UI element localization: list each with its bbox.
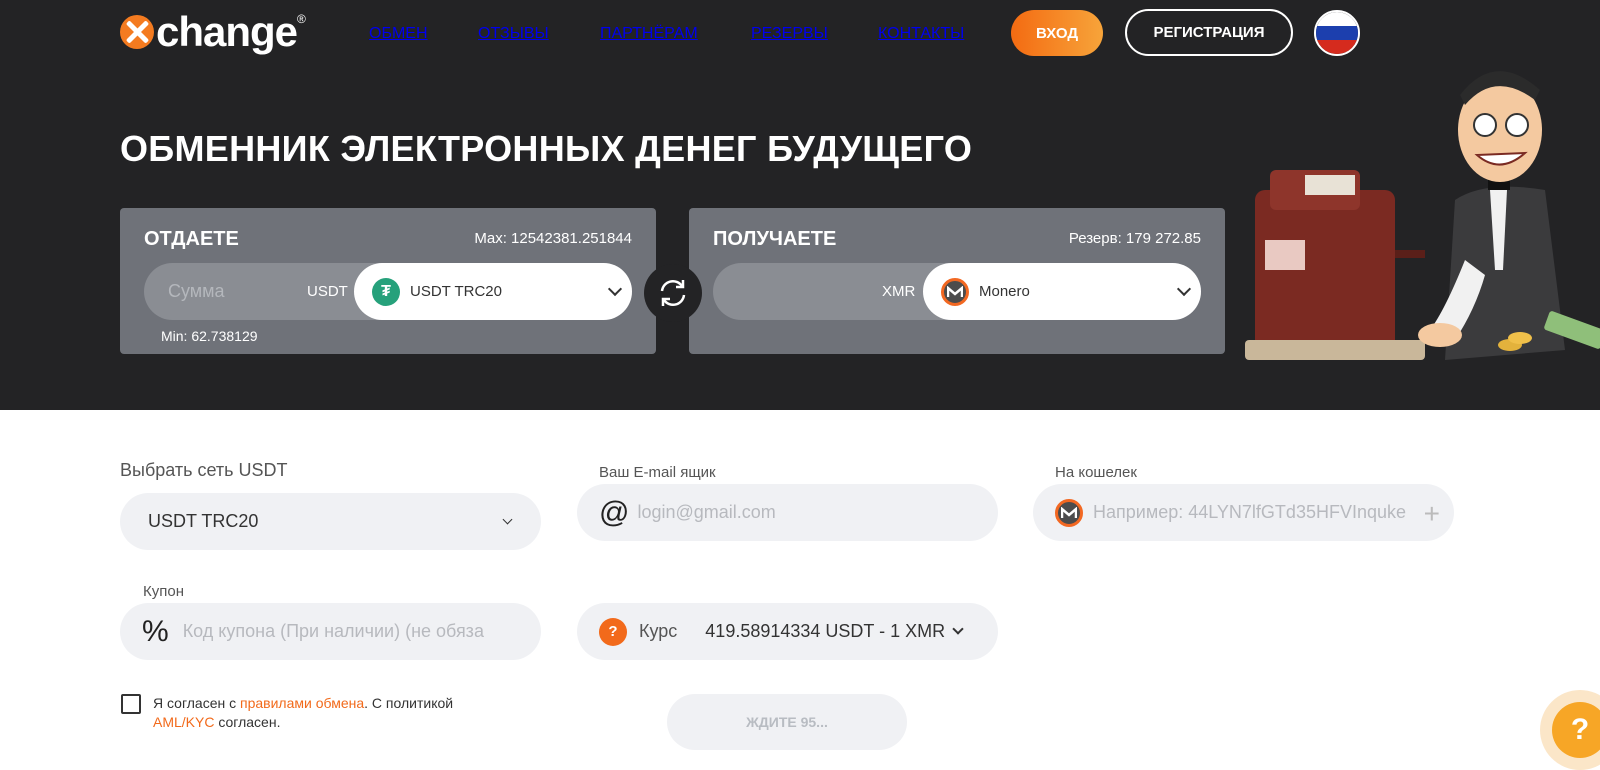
network-select[interactable]: USDT TRC20 [120, 493, 541, 550]
help-question-icon: ? [1552, 702, 1600, 758]
get-coin-name: Monero [979, 283, 1030, 300]
agree-prefix: Я согласен с [153, 695, 240, 711]
nav-reviews[interactable]: ОТЗЫВЫ [478, 25, 549, 43]
give-max: Max: 12542381.251844 [474, 230, 632, 247]
agree-checkbox[interactable] [121, 694, 141, 714]
nav-exchange[interactable]: ОБМЕН [369, 25, 428, 43]
swap-button[interactable] [644, 264, 702, 322]
chevron-down-icon [1176, 281, 1192, 297]
login-button[interactable]: ВХОД [1011, 10, 1103, 56]
give-amount-input[interactable] [144, 263, 314, 320]
aml-kyc-link[interactable]: AML/KYC [153, 714, 214, 730]
email-field[interactable]: @ [577, 484, 998, 541]
help-widget[interactable]: ? [1540, 690, 1600, 770]
network-label: Выбрать сеть USDT [120, 460, 288, 480]
get-amount-field[interactable]: XMR Monero [713, 263, 1201, 320]
email-input[interactable] [637, 502, 998, 523]
agree-text: Я согласен с правилами обмена. С политик… [153, 694, 453, 732]
nav-partners[interactable]: ПАРТНЁРАМ [600, 25, 698, 43]
rate-label: Курс [639, 621, 678, 641]
get-reserve: Резерв: 179 272.85 [1068, 230, 1201, 247]
coupon-label: Купон [143, 583, 184, 600]
get-coin-select[interactable]: Monero [923, 263, 1201, 320]
rate-field[interactable]: ? Курс 419.58914334 USDT - 1 XMR [577, 603, 998, 660]
monero-icon [1055, 498, 1083, 527]
swap-icon [660, 279, 686, 307]
agree-suffix: согласен. [214, 714, 281, 730]
get-panel: ПОЛУЧАЕТЕ Резерв: 179 272.85 XMR Monero [689, 208, 1225, 354]
hero-section: change ® ОБМЕН ОТЗЫВЫ ПАРТНЁРАМ РЕЗЕРВЫ … [0, 0, 1600, 410]
network-value: USDT TRC20 [148, 511, 259, 531]
chevron-down-icon [952, 623, 964, 635]
give-coin-select[interactable]: ₮ USDT TRC20 [354, 263, 632, 320]
rate-value: 419.58914334 USDT - 1 XMR [705, 621, 946, 641]
give-coin-name: USDT TRC20 [410, 283, 502, 300]
chevron-down-icon [502, 514, 513, 525]
agree-middle: . С политикой [364, 695, 454, 711]
question-icon: ? [599, 617, 627, 646]
page-title: ОБМЕННИК ЭЛЕКТРОННЫХ ДЕНЕГ БУДУЩЕГО [120, 128, 973, 169]
logo-registered-mark: ® [297, 12, 306, 26]
monero-icon [941, 277, 969, 306]
logo[interactable]: change ® [120, 10, 306, 54]
get-currency-code: XMR [882, 283, 916, 300]
give-label: ОТДАЕТЕ [144, 228, 239, 250]
percent-icon: % [142, 614, 169, 648]
give-currency-code: USDT [307, 283, 348, 300]
logo-x-icon [120, 15, 154, 49]
give-amount-field: USDT ₮ USDT TRC20 [144, 263, 632, 320]
coupon-field[interactable]: % [120, 603, 541, 660]
give-panel: ОТДАЕТЕ Max: 12542381.251844 USDT ₮ USDT… [120, 208, 656, 354]
wait-button[interactable]: ЖДИТЕ 95... [667, 694, 907, 750]
wallet-field[interactable]: + [1033, 484, 1454, 541]
give-min: Min: 62.738129 [161, 328, 258, 344]
get-label: ПОЛУЧАЕТЕ [713, 228, 837, 250]
tether-icon: ₮ [372, 277, 400, 306]
exchange-rules-link[interactable]: правилами обмена [240, 695, 364, 711]
nav-reserves[interactable]: РЕЗЕРВЫ [751, 25, 828, 43]
at-icon: @ [599, 495, 630, 529]
wallet-input[interactable] [1093, 502, 1423, 523]
plus-icon[interactable]: + [1424, 498, 1440, 530]
wallet-label: На кошелек [1055, 464, 1137, 481]
cashier-mascot-illustration [1245, 71, 1600, 360]
logo-text: change [156, 8, 298, 55]
coupon-input[interactable] [182, 621, 513, 642]
chevron-down-icon [607, 281, 623, 297]
nav-contacts[interactable]: КОНТАКТЫ [878, 25, 964, 43]
email-label: Ваш E-mail ящик [599, 464, 716, 481]
